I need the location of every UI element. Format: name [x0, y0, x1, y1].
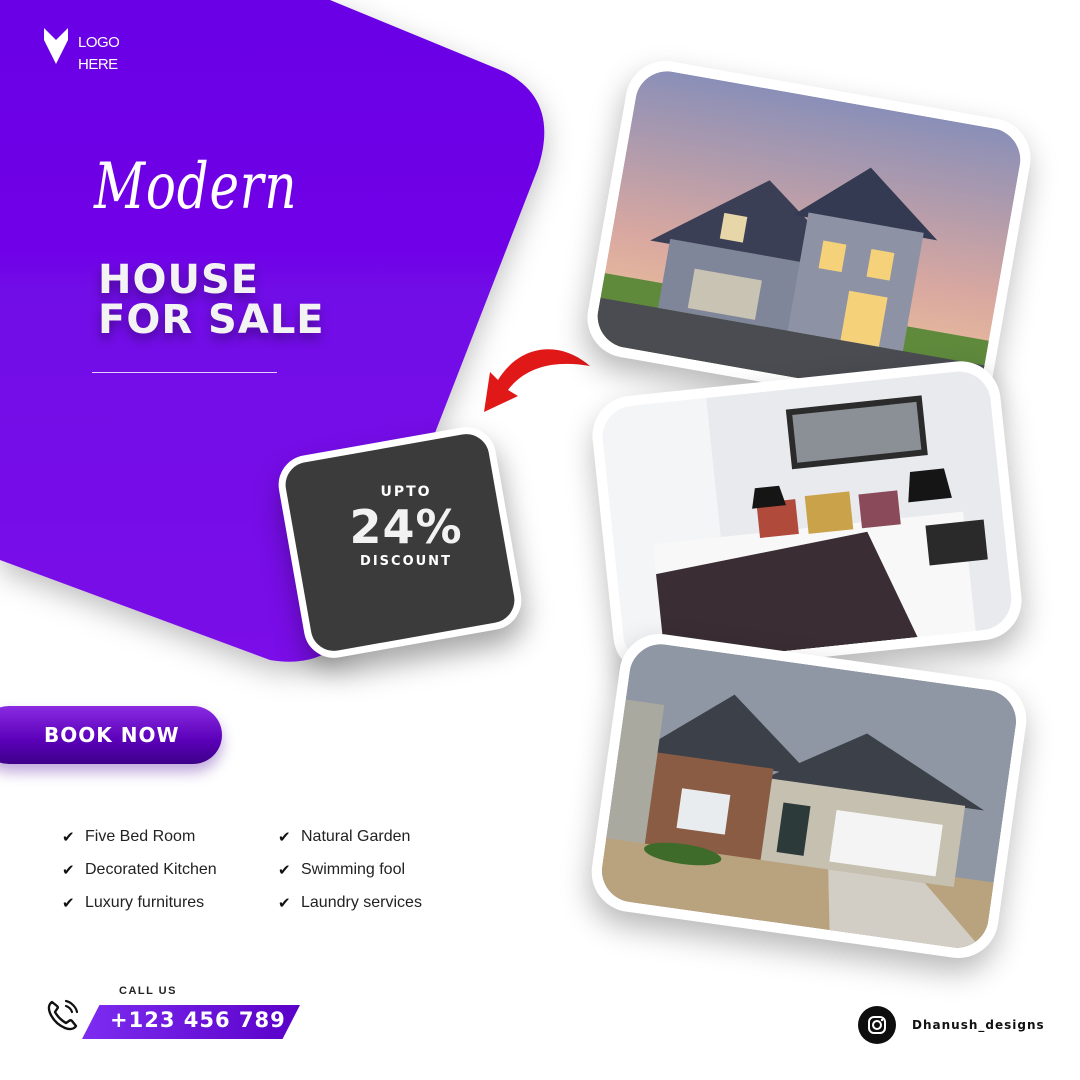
discount-text: UPTO 24% DISCOUNT [326, 484, 486, 569]
list-item: ✔ Five Bed Room [62, 820, 217, 853]
list-item: ✔ Laundry services [278, 886, 422, 919]
check-icon: ✔ [62, 828, 75, 846]
logo-text-line1: LOGO [78, 34, 120, 51]
check-icon: ✔ [278, 894, 291, 912]
title-divider [92, 372, 277, 373]
title-script: Modern [94, 150, 298, 224]
feature-label: Luxury furnitures [85, 893, 205, 911]
list-item: ✔ Decorated Kitchen [62, 853, 217, 886]
check-icon: ✔ [62, 894, 75, 912]
check-icon: ✔ [62, 861, 75, 879]
features-left-list: ✔ Five Bed Room ✔ Decorated Kitchen ✔ Lu… [62, 820, 217, 919]
social-handle[interactable]: Dhanush_designs [912, 1018, 1045, 1032]
feature-label: Swimming fool [301, 860, 406, 878]
logo-text-line2: HERE [78, 56, 118, 73]
list-item: ✔ Natural Garden [278, 820, 422, 853]
list-item: ✔ Luxury furnitures [62, 886, 217, 919]
house-photo-2 [586, 628, 1032, 964]
logo: LOGO HERE [42, 26, 120, 76]
check-icon: ✔ [278, 828, 291, 846]
features-right-list: ✔ Natural Garden ✔ Swimming fool ✔ Laund… [278, 820, 422, 919]
check-icon: ✔ [278, 861, 291, 879]
discount-label: DISCOUNT [360, 554, 452, 569]
discount-upto: UPTO [380, 484, 432, 500]
title-line-1: HOUSE [98, 257, 260, 303]
feature-label: Decorated Kitchen [85, 860, 217, 878]
logo-mark-icon [44, 28, 68, 64]
feature-label: Laundry services [301, 893, 422, 911]
title-line-2: FOR SALE [98, 297, 325, 343]
phone-icon [47, 999, 79, 1031]
list-item: ✔ Swimming fool [278, 853, 422, 886]
discount-value: 24% [349, 500, 463, 554]
feature-label: Natural Garden [301, 827, 411, 845]
curved-arrow-icon [484, 349, 590, 412]
instagram-icon[interactable] [858, 1006, 896, 1044]
call-us-label: CALL US [119, 985, 177, 997]
book-now-button[interactable]: BOOK NOW [0, 706, 222, 764]
bedroom-photo [588, 357, 1026, 679]
feature-label: Five Bed Room [85, 827, 196, 845]
phone-number[interactable]: +123 456 789 [110, 1008, 286, 1032]
